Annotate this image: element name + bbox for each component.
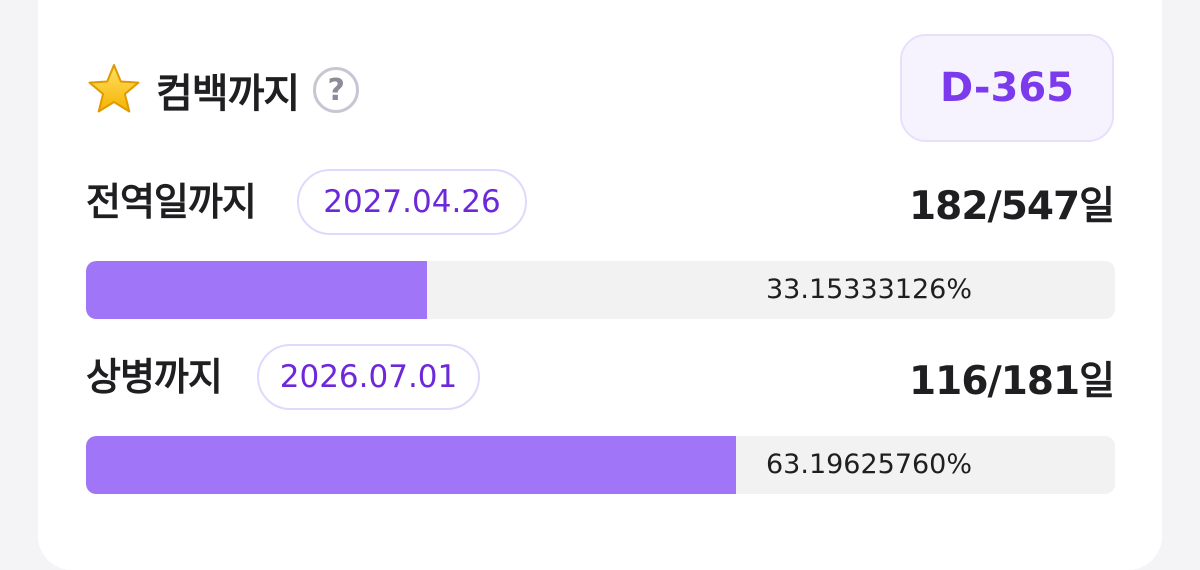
- date-text-sergeant: 2026.07.01: [279, 359, 458, 395]
- progress-fill-sergeant: [86, 436, 737, 494]
- progress-bar-sergeant: 63.19625760%: [86, 436, 1115, 494]
- progress-percent-discharge: 33.15333126%: [766, 274, 973, 305]
- row-label-discharge: 전역일까지: [86, 180, 257, 224]
- help-symbol: ?: [327, 72, 345, 108]
- date-pill-sergeant: 2026.07.01: [257, 344, 480, 410]
- row-label-sergeant: 상병까지: [86, 355, 223, 399]
- help-icon[interactable]: ?: [313, 67, 360, 113]
- dday-badge: D-365: [900, 34, 1114, 142]
- progress-percent-sergeant: 63.19625760%: [766, 449, 973, 480]
- dday-text: D-365: [939, 65, 1075, 111]
- star-icon: [88, 64, 140, 113]
- card-header: 컴백까지 ?: [86, 58, 360, 122]
- date-text-discharge: 2027.04.26: [323, 184, 501, 220]
- progress-bar-discharge: 33.15333126%: [86, 261, 1115, 319]
- day-count-sergeant: 116/181일: [909, 359, 1115, 404]
- day-count-discharge: 182/547일: [909, 184, 1115, 229]
- progress-fill-discharge: [86, 261, 428, 319]
- section-title: 컴백까지: [156, 71, 300, 117]
- date-pill-discharge: 2027.04.26: [297, 169, 527, 235]
